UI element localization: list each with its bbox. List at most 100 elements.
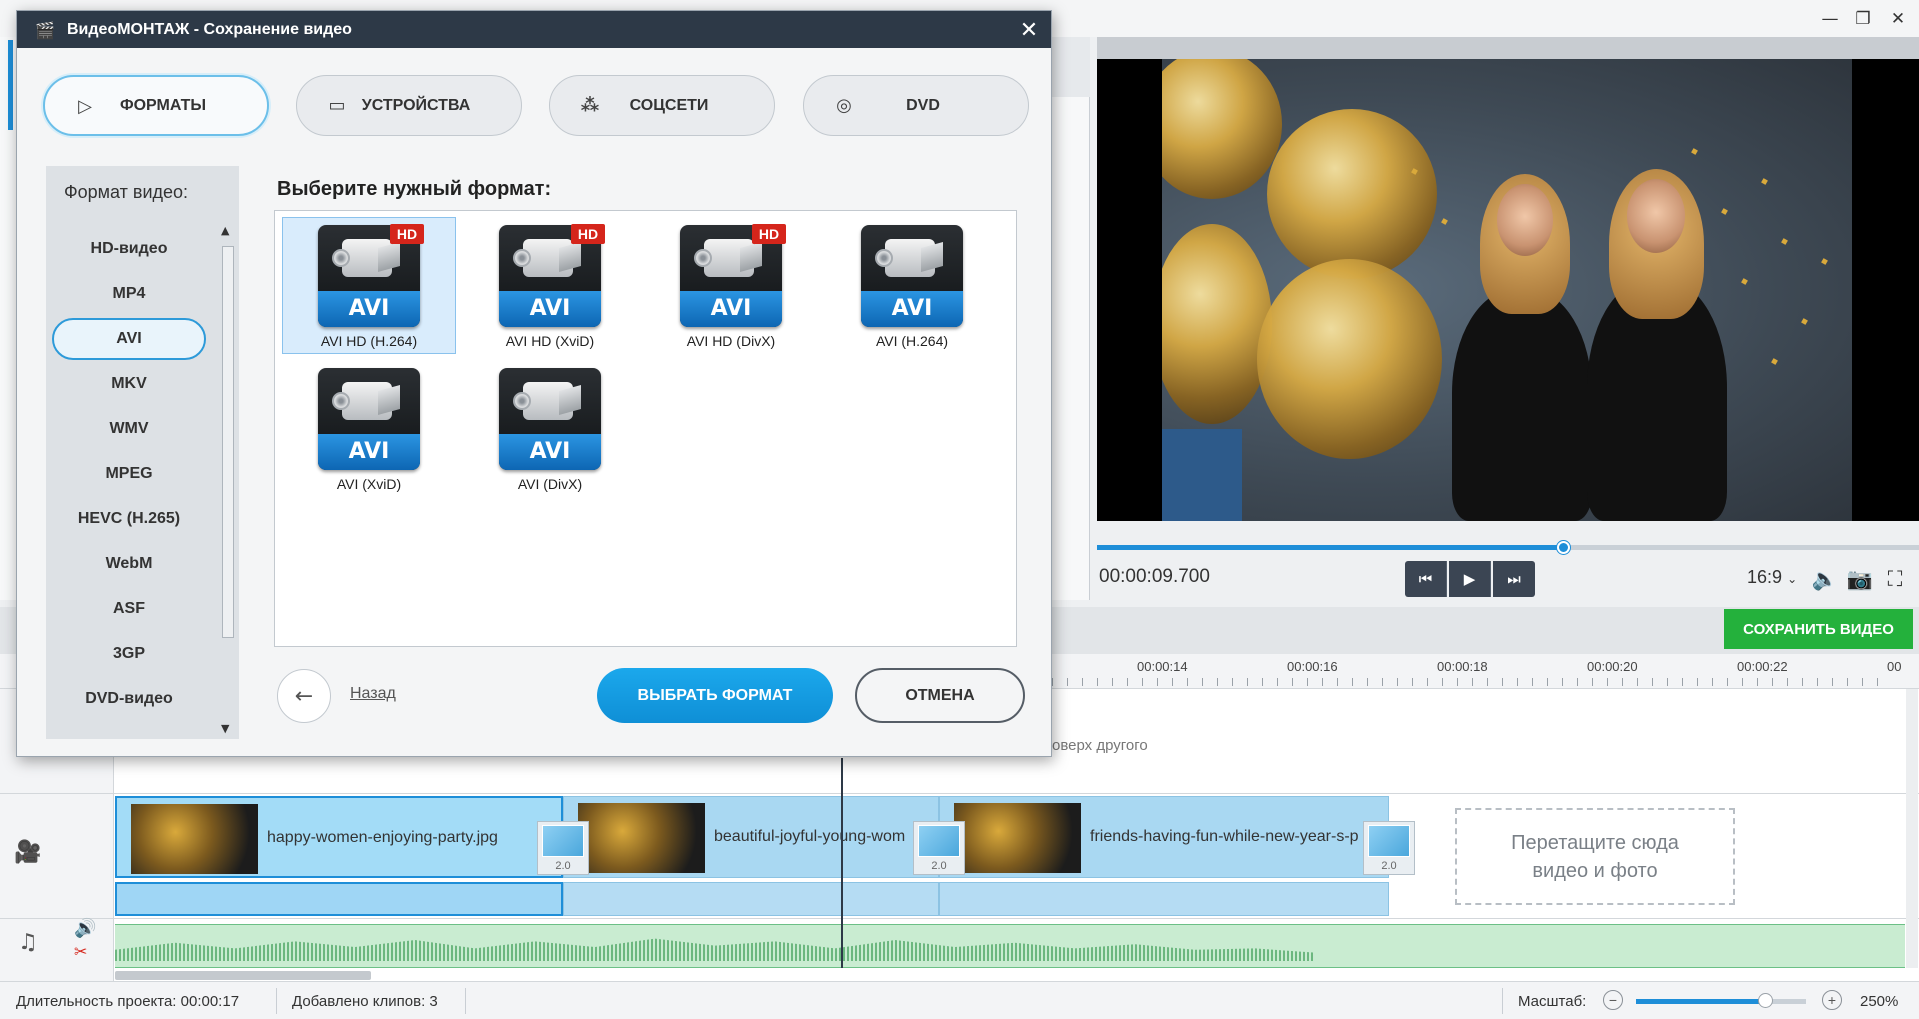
dialog-title: ВидеоМОНТАЖ - Сохранение видео	[67, 21, 352, 38]
status-divider	[276, 988, 277, 1014]
timeline-clip[interactable]: happy-women-enjoying-party.jpg	[115, 796, 563, 878]
left-panel-accent	[8, 40, 13, 130]
zoom-label: Масштаб:	[1518, 993, 1587, 1010]
clip-effects-bar[interactable]	[563, 882, 939, 916]
audio-unlink-icon[interactable]: ✂	[74, 942, 87, 961]
fullscreen-icon[interactable]: ⛶	[1881, 565, 1909, 593]
video-camera-icon: AVI	[861, 225, 963, 327]
format-item[interactable]: HD-видео	[52, 228, 206, 270]
audio-track[interactable]	[115, 924, 1905, 968]
zoom-slider-fill	[1636, 999, 1766, 1004]
chevron-down-icon: ⌄	[1787, 572, 1798, 586]
clip-thumbnail	[954, 803, 1081, 873]
format-card[interactable]: AVI AVI (DivX)	[463, 360, 637, 497]
aspect-ratio-select[interactable]: 16:9 ⌄	[1747, 567, 1797, 588]
ruler-label: 00	[1887, 659, 1902, 674]
ruler-label: 00:00:18	[1437, 659, 1488, 674]
prev-frame-button[interactable]: ⏮	[1405, 561, 1447, 597]
transition-duration: 2.0	[1381, 860, 1397, 872]
tab-dvd[interactable]: ◎ DVD	[803, 75, 1029, 136]
skip-forward-icon: ⏭	[1507, 570, 1521, 588]
hd-badge: HD	[752, 224, 786, 244]
format-item[interactable]: WMV	[52, 408, 206, 450]
back-link[interactable]: Назад	[350, 685, 396, 703]
timeline-vertical-scrollbar[interactable]	[1906, 689, 1918, 968]
current-time: 00:00:09.700	[1099, 566, 1210, 587]
timeline-clip[interactable]: beautiful-joyful-young-wom	[563, 796, 939, 878]
tab-label: ФОРМАТЫ	[119, 96, 207, 114]
tab-label: DVD	[906, 96, 940, 114]
zoom-in-button[interactable]: +	[1822, 990, 1842, 1010]
back-button[interactable]: ←	[277, 669, 331, 723]
format-card[interactable]: AVI AVI (H.264)	[825, 217, 999, 354]
dialog-close-button[interactable]: ✕	[1015, 17, 1043, 43]
tab-devices[interactable]: ▭ УСТРОЙСТВА	[296, 75, 522, 136]
scroll-down-icon[interactable]: ▼	[221, 722, 229, 735]
scroll-thumb[interactable]	[222, 246, 234, 638]
format-item[interactable]: MP4	[52, 273, 206, 315]
card-format-label: AVI	[680, 291, 782, 327]
format-item[interactable]: MPEG	[52, 453, 206, 495]
maximize-button[interactable]: ❐	[1845, 6, 1881, 32]
timeline-scrollbar[interactable]	[115, 971, 371, 980]
zoom-out-button[interactable]: −	[1603, 990, 1623, 1010]
close-app-button[interactable]: ✕	[1880, 6, 1916, 32]
ruler-ticks	[1052, 678, 1892, 686]
audio-waveform	[115, 938, 1315, 961]
status-divider	[465, 988, 466, 1014]
card-format-label: AVI	[499, 434, 601, 470]
card-caption: AVI (DivX)	[517, 476, 583, 492]
cancel-button[interactable]: ОТМЕНА	[855, 668, 1025, 723]
format-item[interactable]: MKV	[52, 363, 206, 405]
video-preview[interactable]	[1097, 59, 1919, 521]
next-frame-button[interactable]: ⏭	[1493, 561, 1535, 597]
format-grid: AVI HD AVI HD (H.264) AVI HD AVI HD (Xvi…	[274, 210, 1017, 647]
format-item[interactable]: ASF	[52, 588, 206, 630]
zoom-value: 250%	[1860, 993, 1899, 1010]
tab-social[interactable]: ⁂ СОЦСЕТИ	[549, 75, 775, 136]
tab-label: УСТРОЙСТВА	[361, 96, 471, 114]
format-card[interactable]: AVI HD AVI HD (H.264)	[282, 217, 456, 354]
format-item[interactable]: HEVC (H.265)	[52, 498, 206, 540]
drop-zone[interactable]: Перетащите сюда видео и фото	[1455, 808, 1735, 905]
arrow-left-icon: ←	[294, 683, 314, 709]
transition-thumb[interactable]: 2.0	[913, 821, 965, 875]
volume-icon[interactable]: 🔈	[1811, 565, 1839, 593]
card-format-label: AVI	[318, 434, 420, 470]
timeline-clip[interactable]: friends-having-fun-while-new-year-s-p	[939, 796, 1389, 878]
transition-thumb[interactable]: 2.0	[537, 821, 589, 875]
play-button[interactable]: ▶	[1449, 561, 1491, 597]
audio-mute-icon[interactable]: 🔊	[74, 918, 96, 939]
format-card[interactable]: AVI HD AVI HD (XviD)	[463, 217, 637, 354]
transition-duration: 2.0	[931, 860, 947, 872]
minimize-button[interactable]: —	[1812, 6, 1848, 32]
format-card[interactable]: AVI AVI (XviD)	[282, 360, 456, 497]
choose-format-button[interactable]: ВЫБРАТЬ ФОРМАТ	[597, 668, 833, 723]
format-item[interactable]: DVD-видео	[52, 678, 206, 720]
clip-name: beautiful-joyful-young-wom	[714, 828, 906, 845]
format-item[interactable]: WebM	[52, 543, 206, 585]
format-card[interactable]: AVI HD AVI HD (DivX)	[644, 217, 818, 354]
save-video-dialog: 🎬 ВидеоМОНТАЖ - Сохранение видео ✕ ▷ ФОР…	[16, 10, 1052, 757]
format-list-scrollbar[interactable]: ▲ ▼	[218, 224, 234, 738]
camera-icon[interactable]: 📷	[1846, 565, 1874, 593]
clip-effects-bar[interactable]	[939, 882, 1389, 916]
zoom-slider[interactable]	[1636, 999, 1806, 1004]
save-video-button[interactable]: СОХРАНИТЬ ВИДЕО	[1724, 609, 1913, 649]
tab-formats[interactable]: ▷ ФОРМАТЫ	[43, 75, 269, 136]
card-format-label: AVI	[318, 291, 420, 327]
zoom-slider-handle[interactable]	[1758, 993, 1774, 1008]
transition-thumb[interactable]: 2.0	[1363, 821, 1415, 875]
seek-bar-handle[interactable]	[1557, 541, 1571, 554]
overlay-track-hint: оверх другого	[1052, 737, 1148, 754]
format-item-active[interactable]: AVI	[52, 318, 206, 360]
seek-bar-progress	[1097, 545, 1564, 550]
scroll-up-icon[interactable]: ▲	[221, 224, 229, 237]
format-item[interactable]: 3GP	[52, 633, 206, 675]
plus-icon: +	[1827, 992, 1837, 1008]
seek-bar[interactable]	[1097, 545, 1919, 550]
track-divider	[0, 793, 1919, 794]
playhead[interactable]	[841, 758, 843, 968]
tab-label: СОЦСЕТИ	[629, 96, 709, 114]
clip-effects-bar[interactable]	[115, 882, 563, 916]
